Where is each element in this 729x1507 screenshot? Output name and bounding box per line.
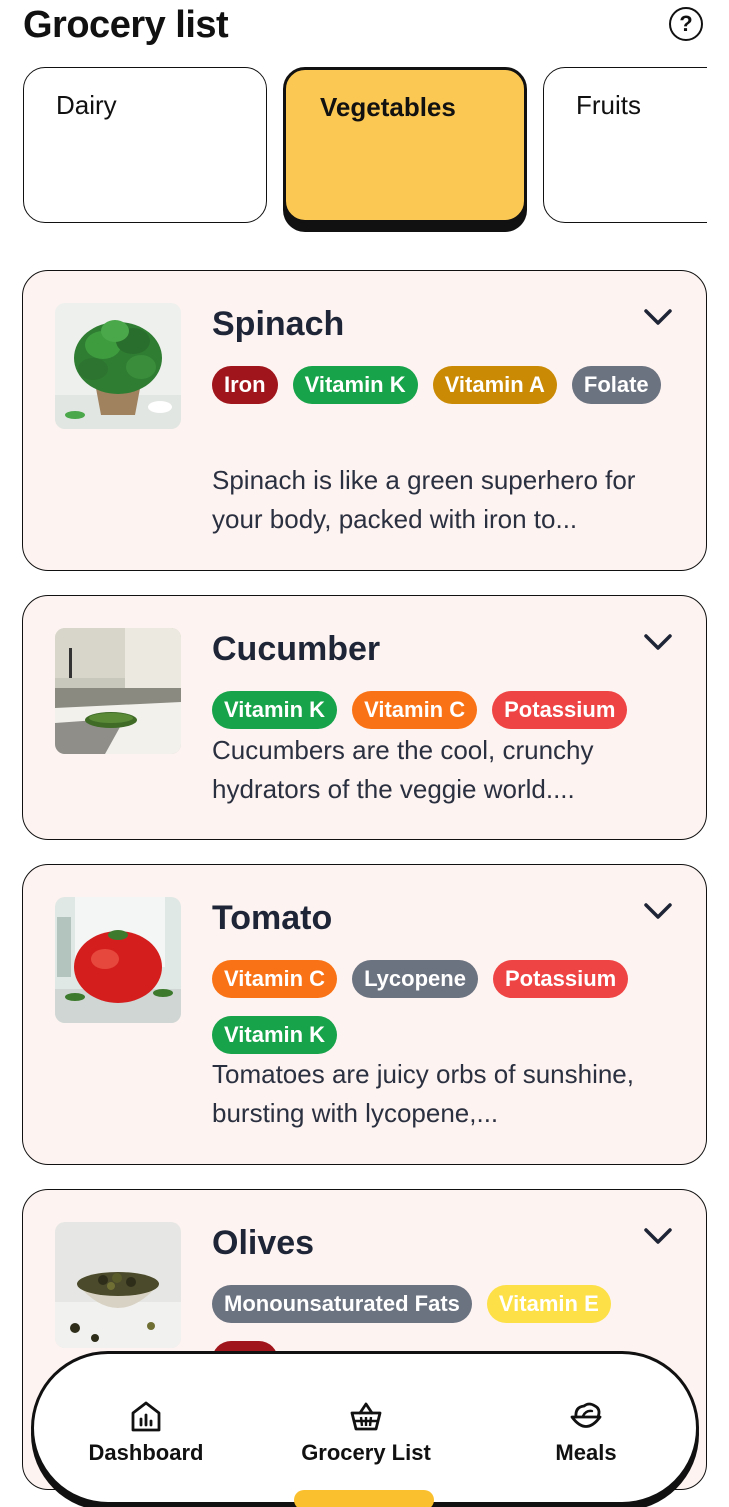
- nutrient-tags: Vitamin C Lycopene Potassium Vitamin K: [212, 960, 682, 1054]
- nutrient-tag: Vitamin K: [212, 691, 338, 729]
- spinach-image: [55, 303, 181, 429]
- nutrient-tag: Monounsaturated Fats: [212, 1285, 472, 1323]
- category-tab-vegetables[interactable]: Vegetables: [283, 67, 527, 223]
- grocery-item-card[interactable]: Spinach Iron Vitamin K Vitamin A Folate …: [22, 270, 707, 571]
- nav-item-grocery-list[interactable]: Grocery List: [276, 1400, 456, 1466]
- nutrient-tag: Folate: [571, 366, 661, 404]
- basket-icon: [350, 1402, 382, 1431]
- category-tabs: Dairy Vegetables Fruits: [23, 67, 707, 237]
- item-name: Tomato: [212, 899, 333, 937]
- grocery-item-card[interactable]: Tomato Vitamin C Lycopene Potassium Vita…: [22, 864, 707, 1165]
- item-description: Spinach is like a green superhero for yo…: [212, 465, 636, 534]
- chevron-down-icon[interactable]: [641, 305, 675, 329]
- bottom-navigation: Dashboard Grocery List Meals: [31, 1351, 699, 1505]
- nutrient-tag: Vitamin K: [212, 1016, 338, 1054]
- item-description: Tomatoes are juicy orbs of sunshine, bur…: [212, 1059, 634, 1128]
- nutrient-tag: Vitamin C: [352, 691, 478, 729]
- nutrient-tag: Iron: [212, 366, 278, 404]
- chevron-down-icon[interactable]: [641, 899, 675, 923]
- nutrient-tag: Vitamin C: [212, 960, 338, 998]
- item-name: Spinach: [212, 305, 345, 343]
- nav-item-meals[interactable]: Meals: [496, 1400, 676, 1466]
- nav-label: Grocery List: [301, 1440, 431, 1465]
- cucumber-image: [55, 628, 181, 754]
- nutrient-tag: Lycopene: [352, 960, 478, 998]
- nav-label: Dashboard: [88, 1440, 204, 1465]
- tomato-image: [55, 897, 181, 1023]
- nutrient-tag: Vitamin K: [292, 366, 418, 404]
- item-name: Olives: [212, 1224, 315, 1262]
- item-name: Cucumber: [212, 630, 381, 668]
- chevron-down-icon[interactable]: [641, 1224, 675, 1248]
- grocery-item-card[interactable]: Cucumber Vitamin K Vitamin C Potassium C…: [22, 595, 707, 840]
- nutrient-tag: Potassium: [492, 691, 628, 729]
- olives-image: [55, 1222, 181, 1348]
- nutrient-tag: Vitamin E: [486, 1285, 611, 1323]
- salad-bowl-icon: [570, 1402, 602, 1428]
- nutrient-tags: Iron Vitamin K Vitamin A Folate: [212, 366, 682, 404]
- page-title: Grocery list: [23, 4, 229, 46]
- nav-label: Meals: [555, 1440, 617, 1465]
- nutrient-tag: Potassium: [492, 960, 629, 998]
- chevron-down-icon[interactable]: [641, 630, 675, 654]
- nutrient-tags: Vitamin K Vitamin C Potassium: [212, 691, 682, 729]
- nutrient-tag: Vitamin A: [432, 366, 557, 404]
- nav-item-dashboard[interactable]: Dashboard: [56, 1400, 236, 1466]
- help-icon[interactable]: ?: [669, 7, 703, 41]
- active-tab-indicator: [294, 1490, 434, 1507]
- dashboard-icon: [131, 1401, 161, 1432]
- item-description: Cucumbers are the cool, crunchy hydrator…: [212, 735, 594, 804]
- category-tab-fruits[interactable]: Fruits: [543, 67, 707, 223]
- category-tab-dairy[interactable]: Dairy: [23, 67, 267, 223]
